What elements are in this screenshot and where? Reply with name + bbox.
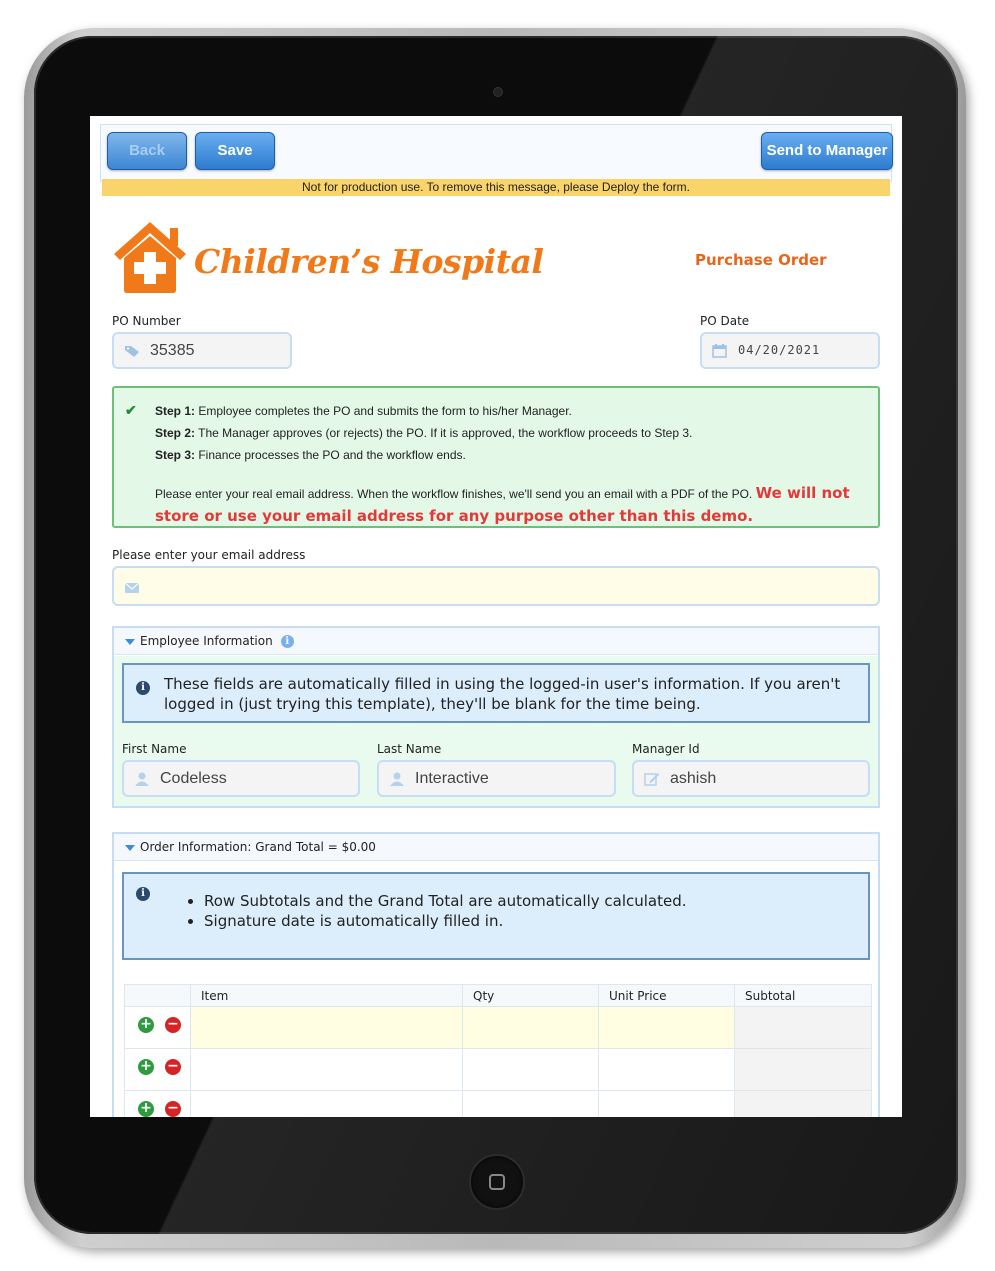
first-name-label: First Name [122, 742, 187, 756]
order-info-bullet: Signature date is automatically filled i… [204, 911, 687, 931]
column-header-unit-price: Unit Price [599, 984, 735, 1007]
info-icon: i [136, 681, 150, 695]
save-button[interactable]: Save [195, 132, 275, 170]
employee-information-section: Employee Information i i These fields are… [112, 626, 880, 808]
table-row-actions: + − [124, 1091, 191, 1117]
qty-cell[interactable] [463, 1091, 599, 1117]
po-date-label: PO Date [700, 314, 750, 328]
table-header-actions [124, 984, 191, 1007]
last-name-field[interactable]: Interactive [377, 760, 616, 797]
order-items-table: Item Qty Unit Price Subtotal + − + − + − [124, 984, 872, 1117]
unit-price-cell[interactable] [599, 1091, 735, 1117]
step-3: Step 3: Finance processes the PO and the… [155, 448, 466, 462]
employee-information-header[interactable]: Employee Information i [114, 628, 878, 655]
column-header-subtotal: Subtotal [735, 984, 872, 1007]
email-label: Please enter your email address [112, 548, 306, 562]
tag-icon [125, 346, 139, 357]
employee-info-message: i These fields are automatically filled … [122, 663, 870, 723]
po-number-value: 35385 [150, 342, 195, 359]
po-date-value: 04/20/2021 [738, 343, 821, 357]
envelope-icon [125, 583, 139, 593]
subtotal-cell [735, 1091, 872, 1117]
back-button[interactable]: Back [107, 132, 187, 170]
first-name-field[interactable]: Codeless [122, 760, 360, 797]
remove-row-icon[interactable]: − [165, 1017, 181, 1033]
collapse-triangle-icon[interactable] [125, 845, 135, 851]
checkmark-icon: ✔ [125, 402, 137, 418]
manager-id-field[interactable]: ashish [632, 760, 870, 797]
item-cell[interactable] [191, 1049, 463, 1091]
edit-icon [644, 773, 660, 786]
column-header-qty: Qty [463, 984, 599, 1007]
qty-cell[interactable] [463, 1007, 599, 1049]
order-info-list: Row Subtotals and the Grand Total are au… [164, 891, 687, 931]
qty-cell[interactable] [463, 1049, 599, 1091]
user-icon [135, 772, 149, 786]
remove-row-icon[interactable]: − [165, 1059, 181, 1075]
subtotal-cell [735, 1007, 872, 1049]
info-icon: i [136, 887, 150, 901]
subtotal-cell [735, 1049, 872, 1091]
order-information-section: Order Information: Grand Total = $0.00 i… [112, 832, 880, 1117]
workflow-steps-panel: ✔ Step 1: Employee completes the PO and … [112, 386, 880, 528]
add-row-icon[interactable]: + [138, 1101, 154, 1117]
step-1: Step 1: Employee completes the PO and su… [155, 404, 572, 418]
unit-price-cell[interactable] [599, 1007, 735, 1049]
calendar-icon [712, 344, 727, 358]
email-input[interactable] [112, 566, 880, 606]
add-row-icon[interactable]: + [138, 1059, 154, 1075]
order-information-header[interactable]: Order Information: Grand Total = $0.00 [114, 834, 878, 861]
home-button[interactable] [469, 1154, 525, 1210]
last-name-label: Last Name [377, 742, 442, 756]
po-number-label: PO Number [112, 314, 181, 328]
manager-id-label: Manager Id [632, 742, 700, 756]
hospital-logo-icon [114, 222, 186, 293]
remove-row-icon[interactable]: − [165, 1101, 181, 1117]
email-privacy-note: Please enter your real email address. Wh… [155, 484, 850, 525]
po-number-field[interactable]: 35385 [112, 332, 292, 369]
deploy-warning-banner: Not for production use. To remove this m… [102, 179, 890, 196]
po-date-field[interactable]: 04/20/2021 [700, 332, 880, 369]
item-cell[interactable] [191, 1091, 463, 1117]
info-icon[interactable]: i [280, 635, 294, 648]
add-row-icon[interactable]: + [138, 1017, 154, 1033]
unit-price-cell[interactable] [599, 1049, 735, 1091]
user-icon [390, 772, 404, 786]
toolbar: Back Save Send to Manager [100, 124, 893, 182]
column-header-item: Item [191, 984, 463, 1007]
form-title: Purchase Order [695, 251, 827, 269]
hospital-name: Children’s Hospital [194, 242, 544, 281]
order-info-bullet: Row Subtotals and the Grand Total are au… [204, 891, 687, 911]
camera-icon [493, 87, 503, 97]
item-cell[interactable] [191, 1007, 463, 1049]
collapse-triangle-icon[interactable] [125, 639, 135, 645]
table-row-actions: + − [124, 1007, 191, 1049]
step-2: Step 2: The Manager approves (or rejects… [155, 426, 693, 440]
table-row-actions: + − [124, 1049, 191, 1091]
order-info-message: i Row Subtotals and the Grand Total are … [122, 872, 870, 960]
send-to-manager-button[interactable]: Send to Manager [761, 132, 893, 170]
form-screen: Back Save Send to Manager Not for produc… [90, 116, 902, 1117]
